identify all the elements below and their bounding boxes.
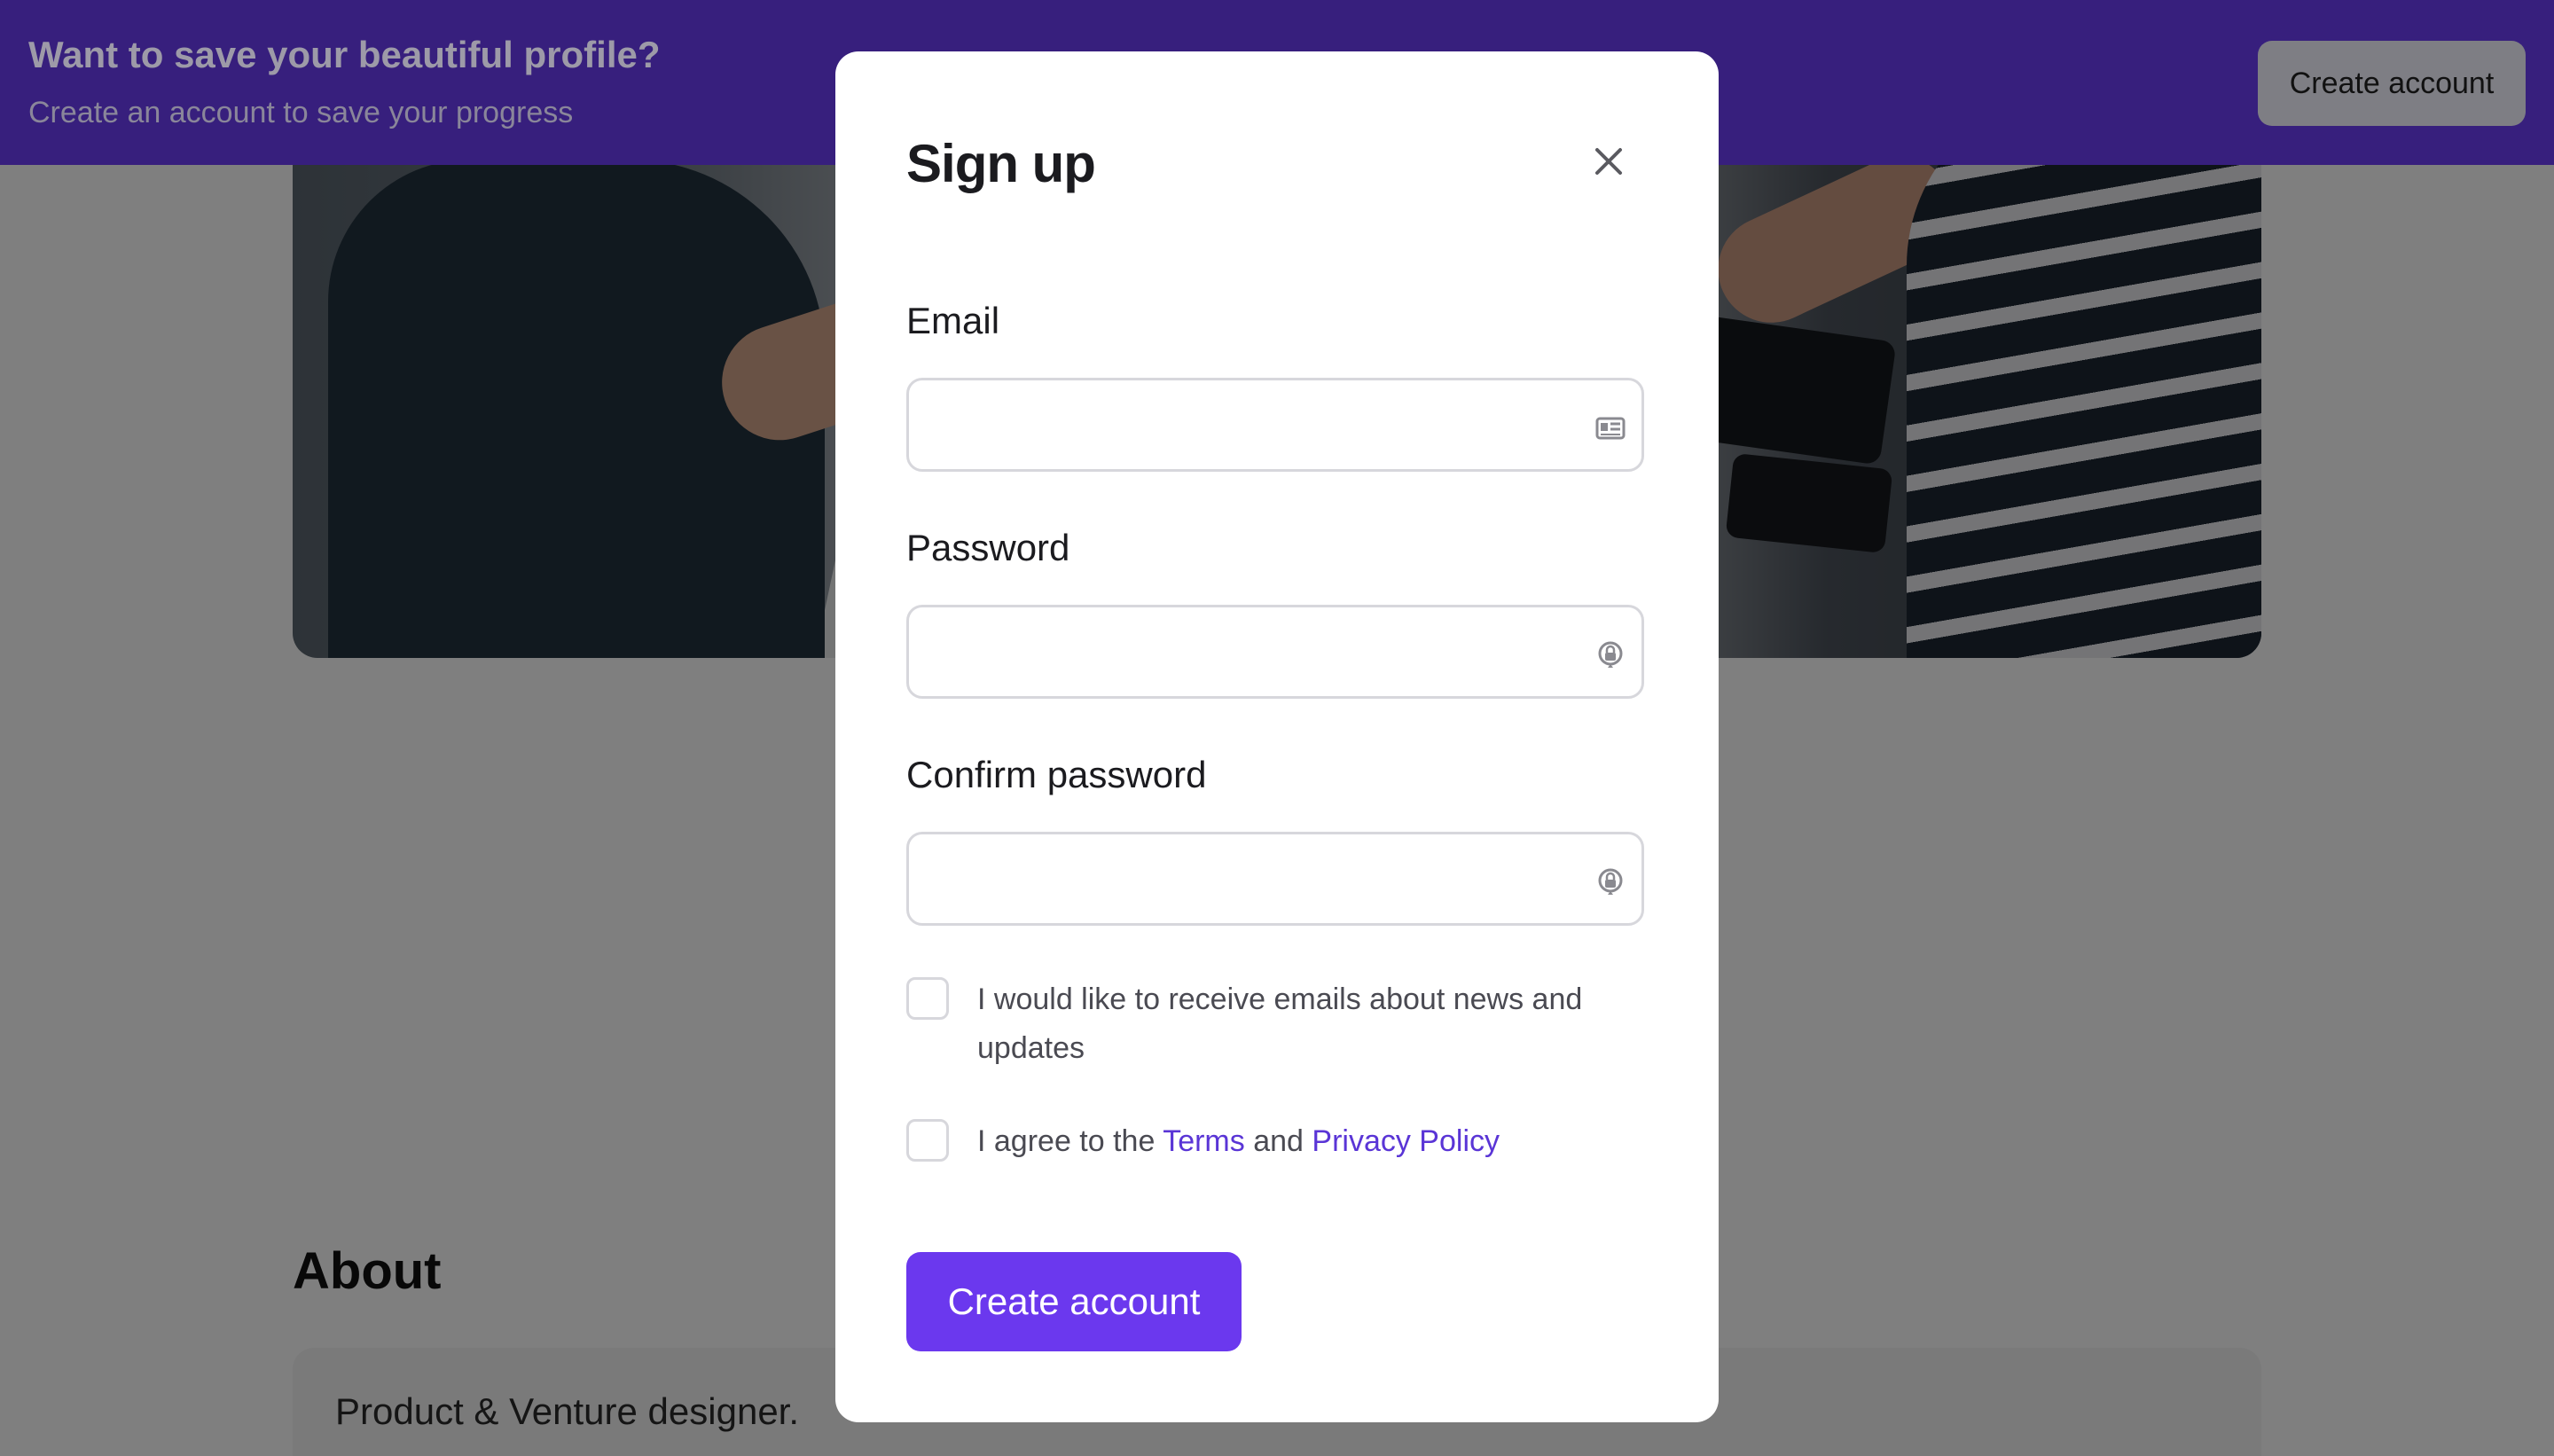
terms-checkbox-row: I agree to the Terms and Privacy Policy [906,1119,1644,1172]
newsletter-checkbox-row: I would like to receive emails about new… [906,977,1644,1084]
signup-modal: Sign up Email Password Confirm password [835,51,1719,1422]
confirm-password-label: Confirm password [906,754,1207,795]
confirm-password-field-box[interactable] [906,832,1644,926]
contact-card-icon[interactable] [1595,412,1626,442]
terms-prefix: I agree to the [977,1124,1163,1158]
close-button[interactable] [1580,133,1637,190]
terms-checkbox[interactable] [906,1119,949,1162]
email-field[interactable] [930,396,1572,455]
newsletter-checkbox-label[interactable]: I would like to receive emails about new… [977,975,1633,1073]
create-account-button[interactable]: Create account [906,1252,1242,1351]
email-field-box[interactable] [906,378,1644,472]
password-label: Password [906,527,1070,568]
password-manager-icon[interactable] [1595,639,1626,669]
privacy-policy-link[interactable]: Privacy Policy [1312,1124,1500,1158]
modal-title: Sign up [906,134,1096,193]
password-field-box[interactable] [906,605,1644,699]
newsletter-checkbox[interactable] [906,977,949,1020]
email-label: Email [906,300,1000,341]
terms-checkbox-label: I agree to the Terms and Privacy Policy [977,1117,1633,1166]
password-manager-icon[interactable] [1595,866,1626,896]
terms-link[interactable]: Terms [1163,1124,1245,1158]
terms-conjunction: and [1244,1124,1312,1158]
confirm-password-field[interactable] [930,850,1572,909]
password-field[interactable] [930,623,1572,682]
close-icon [1595,148,1622,175]
